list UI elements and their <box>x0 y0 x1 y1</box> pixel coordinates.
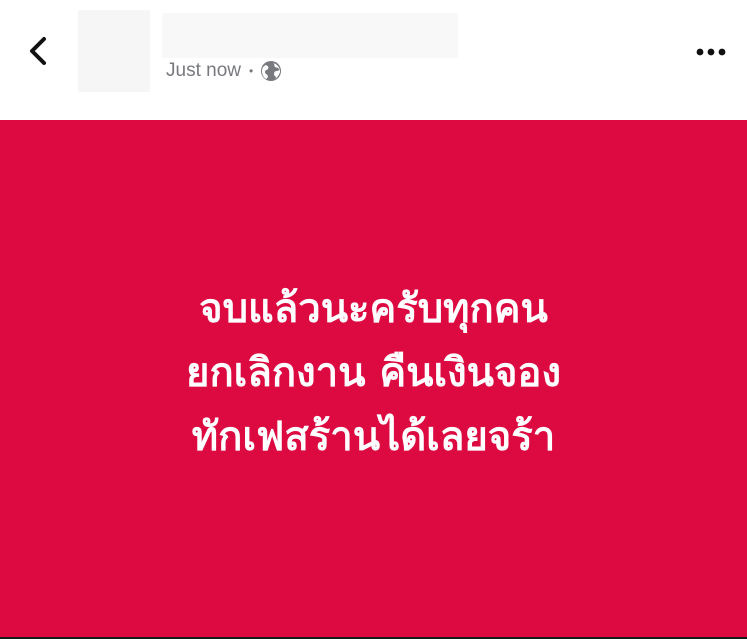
post-header: Just now • <box>0 0 747 120</box>
more-horizontal-icon <box>696 43 726 61</box>
post-viewer-screen: Just now • จบแล้วนะครับทุกคน ยกเลิกงาน ค… <box>0 0 747 639</box>
colored-post-background: จบแล้วนะครับทุกคน ยกเลิกงาน คืนเงินจอง ท… <box>0 120 747 639</box>
post-text-line: ทักเฟสร้านได้เลยจร้า <box>191 413 556 460</box>
avatar[interactable] <box>78 10 150 92</box>
back-button[interactable] <box>14 28 64 78</box>
timestamp[interactable]: Just now <box>166 60 241 82</box>
post-text: จบแล้วนะครับทุกคน ยกเลิกงาน คืนเงินจอง ท… <box>186 277 561 469</box>
meta-separator: • <box>248 64 254 78</box>
more-options-button[interactable] <box>689 30 733 74</box>
post-meta: Just now • <box>166 58 282 84</box>
post-text-line: จบแล้วนะครับทุกคน <box>199 285 548 332</box>
chevron-left-icon <box>26 36 52 71</box>
globe-icon[interactable] <box>260 60 282 82</box>
post-text-line: ยกเลิกงาน คืนเงินจอง <box>186 349 561 396</box>
author-name[interactable] <box>162 13 458 58</box>
